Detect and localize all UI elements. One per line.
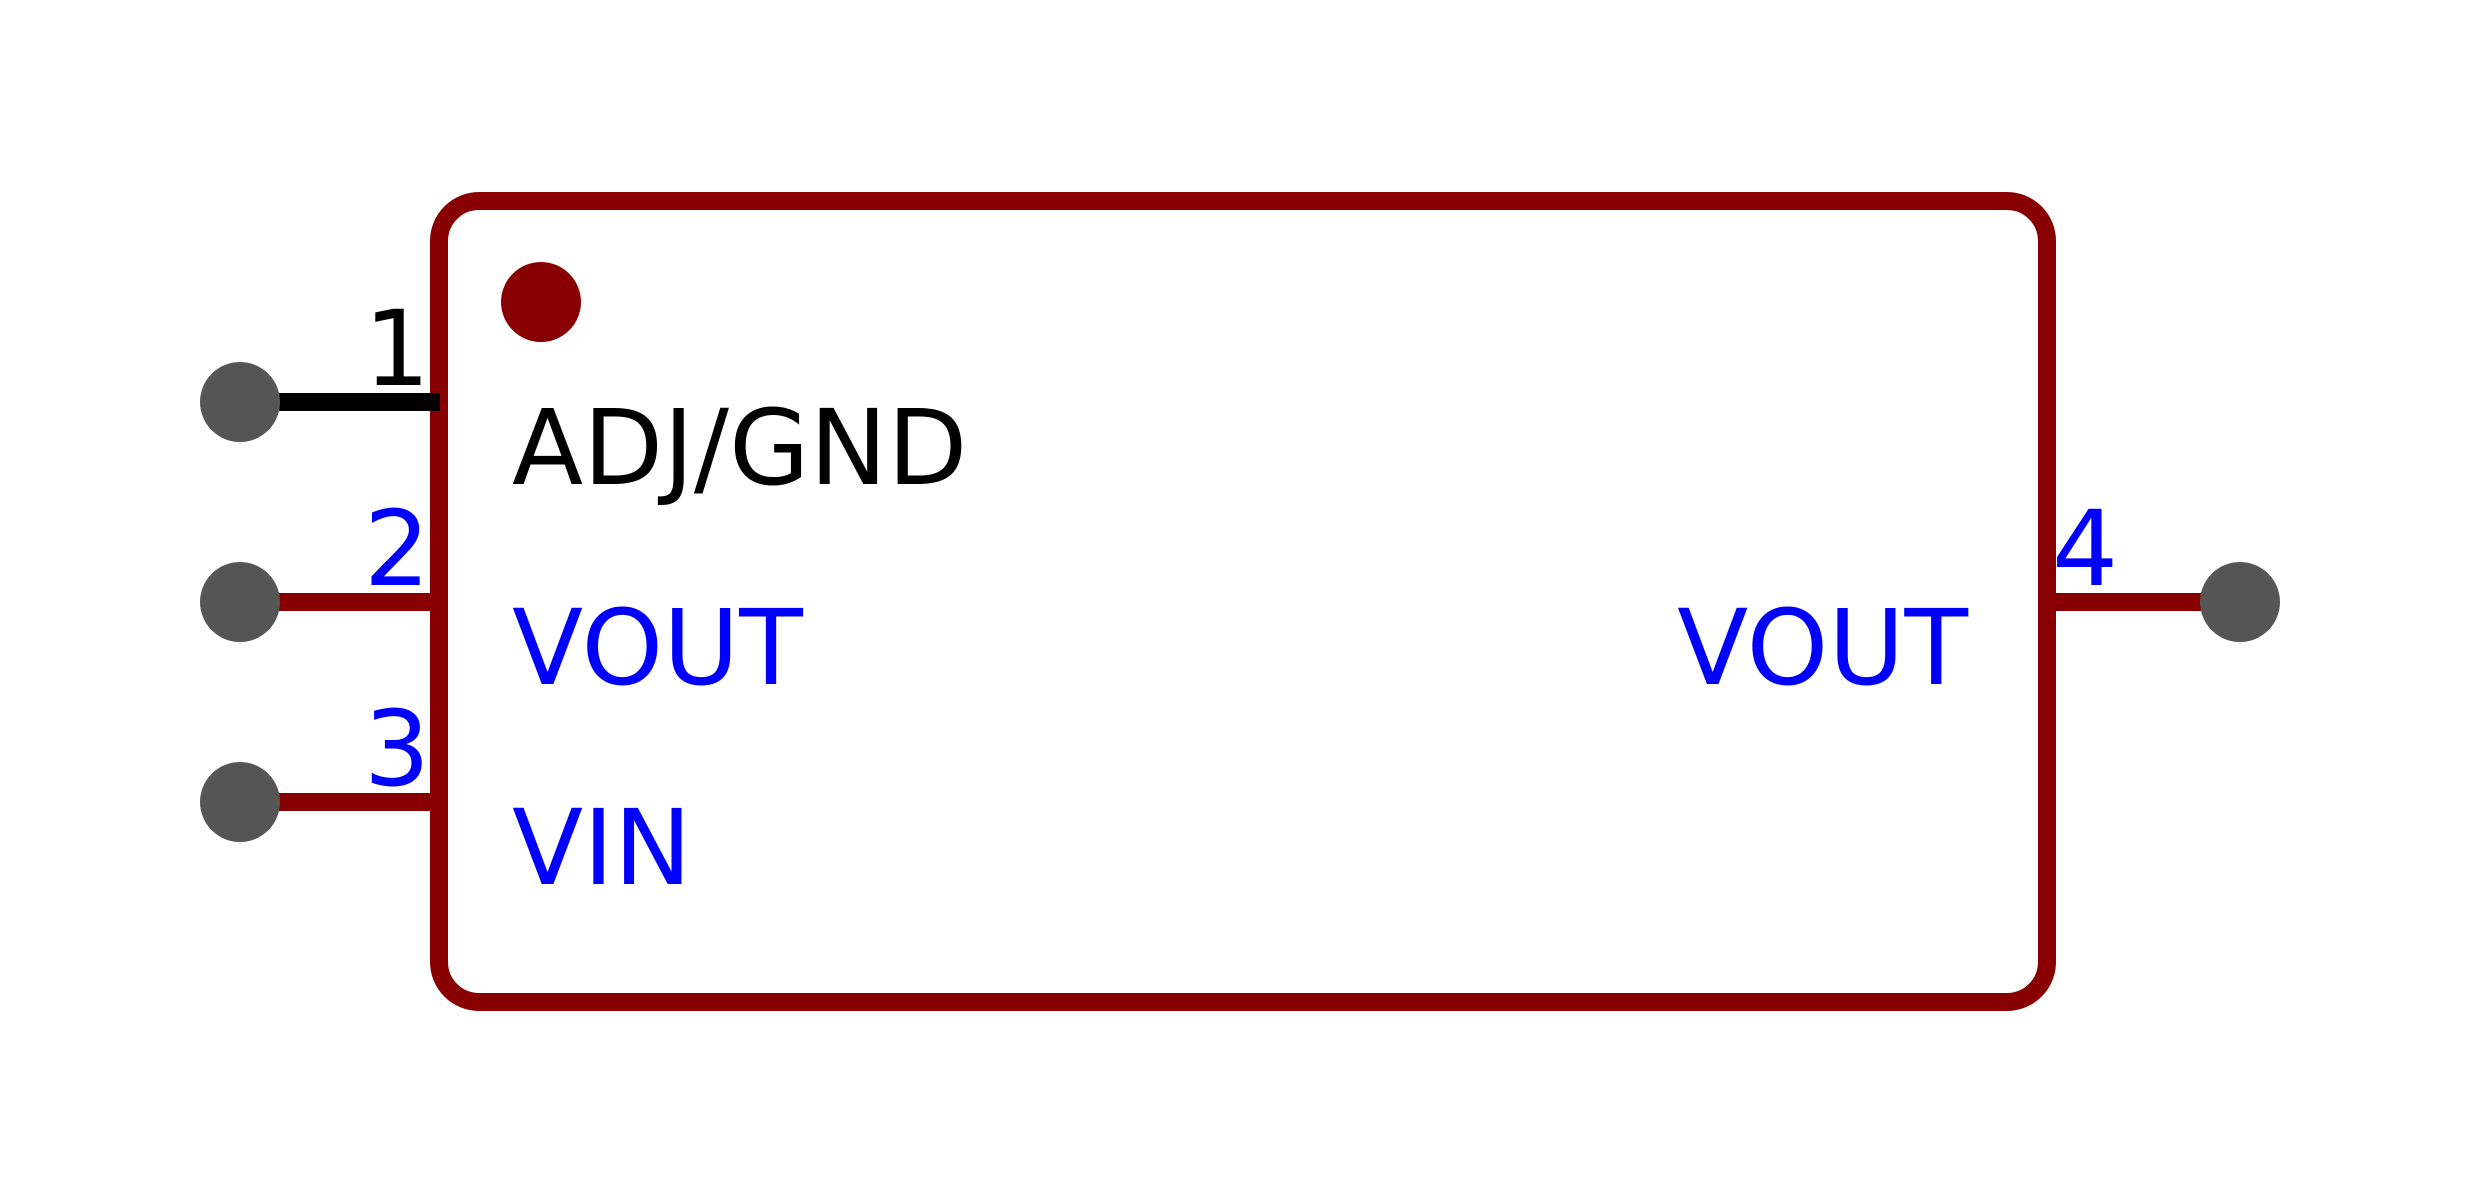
pin-1-name: ADJ/GND — [512, 387, 967, 509]
pin-3-number: 3 — [364, 688, 430, 810]
pin-2[interactable]: 2 VOUT — [200, 488, 803, 709]
pin-3-name: VIN — [512, 787, 692, 909]
pin-4-endpoint-icon[interactable] — [2200, 562, 2280, 642]
pin-2-endpoint-icon[interactable] — [200, 562, 280, 642]
schematic-symbol: 1 ADJ/GND 2 VOUT 3 VIN 4 VOUT — [200, 192, 2280, 1011]
pin-4-number: 4 — [2052, 488, 2118, 610]
pin-1-number: 1 — [364, 288, 430, 410]
pin-2-name: VOUT — [512, 587, 803, 709]
schematic-canvas: 1 ADJ/GND 2 VOUT 3 VIN 4 VOUT — [0, 0, 2480, 1202]
pin-1[interactable]: 1 ADJ/GND — [200, 288, 967, 509]
pin-2-number: 2 — [364, 488, 430, 610]
pin-1-endpoint-icon[interactable] — [200, 362, 280, 442]
pin1-marker-icon — [501, 262, 581, 342]
pin-3-endpoint-icon[interactable] — [200, 762, 280, 842]
pin-4[interactable]: 4 VOUT — [1677, 488, 2280, 709]
pin-4-name: VOUT — [1677, 587, 1968, 709]
